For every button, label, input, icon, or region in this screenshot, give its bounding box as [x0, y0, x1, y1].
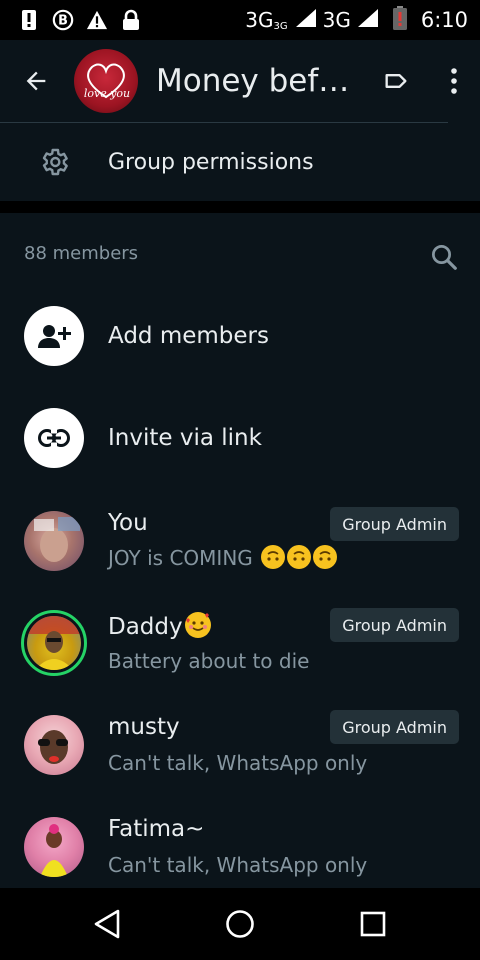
signal-icon [295, 8, 317, 33]
add-members-row[interactable]: Add members [0, 286, 480, 386]
members-header: 88 members [0, 213, 480, 295]
admin-badge: Group Admin [330, 608, 459, 642]
group-permissions-row[interactable]: Group permissions [0, 123, 480, 201]
search-icon [432, 245, 457, 270]
svg-text:B: B [58, 14, 68, 29]
group-title[interactable]: Money bef… [156, 63, 346, 99]
network-type-1: 3G 3G [245, 8, 288, 32]
back-triangle-icon [94, 909, 119, 939]
invite-link-label: Invite via link [108, 425, 262, 451]
member-row-you[interactable]: You JOY is COMING Group Admin [0, 490, 480, 592]
gear-icon [0, 146, 108, 178]
add-members-label: Add members [108, 323, 269, 349]
member-status: Battery about to die [108, 649, 310, 673]
network-type-2: 3G [322, 8, 351, 32]
home-circle-icon [226, 910, 254, 938]
upside-down-face-icon [287, 545, 312, 569]
back-button[interactable] [0, 40, 72, 122]
avatar-script-text: love you [84, 87, 130, 100]
label-button[interactable] [364, 40, 428, 122]
section-divider [0, 201, 480, 213]
member-status: Can't talk, WhatsApp only [108, 853, 368, 877]
member-status: JOY is COMING [108, 545, 338, 570]
admin-badge: Group Admin [330, 710, 459, 744]
signal-icon-2 [357, 8, 379, 33]
group-avatar[interactable]: love you [74, 49, 138, 113]
add-person-icon [24, 306, 84, 366]
label-icon [385, 74, 407, 89]
member-row-daddy[interactable]: Daddy Battery about to die Group Admin [0, 592, 480, 694]
warning-icon [86, 8, 108, 32]
more-vert-icon [451, 68, 457, 94]
notification-icon [18, 8, 40, 32]
nav-back-button[interactable] [77, 894, 137, 954]
arrow-back-icon [26, 71, 46, 91]
avatar [24, 817, 84, 877]
nav-recents-button[interactable] [343, 894, 403, 954]
member-name: musty [108, 714, 180, 740]
member-name: Fatima~ [108, 816, 205, 842]
status-bar: B 3G 3G 3G 6:10 [0, 0, 480, 40]
clock: 6:10 [420, 8, 468, 32]
more-options-button[interactable] [428, 40, 480, 122]
invite-link-row[interactable]: Invite via link [0, 388, 480, 488]
system-nav-bar [0, 888, 480, 960]
smiling-face-with-hearts-icon [184, 612, 211, 638]
search-members-button[interactable] [424, 237, 464, 277]
avatar-status-ring[interactable] [21, 610, 87, 676]
b-circle-icon: B [52, 8, 74, 32]
avatar [27, 616, 81, 670]
member-name: You [108, 510, 148, 536]
lock-icon [120, 8, 142, 32]
member-status: Can't talk, WhatsApp only [108, 751, 368, 775]
recents-square-icon [361, 911, 386, 937]
group-permissions-label: Group permissions [108, 149, 314, 175]
battery-low-icon [392, 5, 407, 35]
admin-badge: Group Admin [330, 507, 459, 541]
app-bar: love you Money bef… [0, 40, 480, 122]
avatar [24, 511, 84, 571]
nav-home-button[interactable] [210, 894, 270, 954]
members-count: 88 members [24, 242, 139, 264]
link-icon [24, 408, 84, 468]
upside-down-face-icon [261, 545, 286, 569]
member-name: Daddy [108, 612, 211, 640]
member-row-fatima[interactable]: Fatima~ Can't talk, WhatsApp only [0, 796, 480, 888]
member-row-musty[interactable]: musty Can't talk, WhatsApp only Group Ad… [0, 694, 480, 796]
upside-down-face-icon [313, 545, 338, 569]
avatar [24, 715, 84, 775]
